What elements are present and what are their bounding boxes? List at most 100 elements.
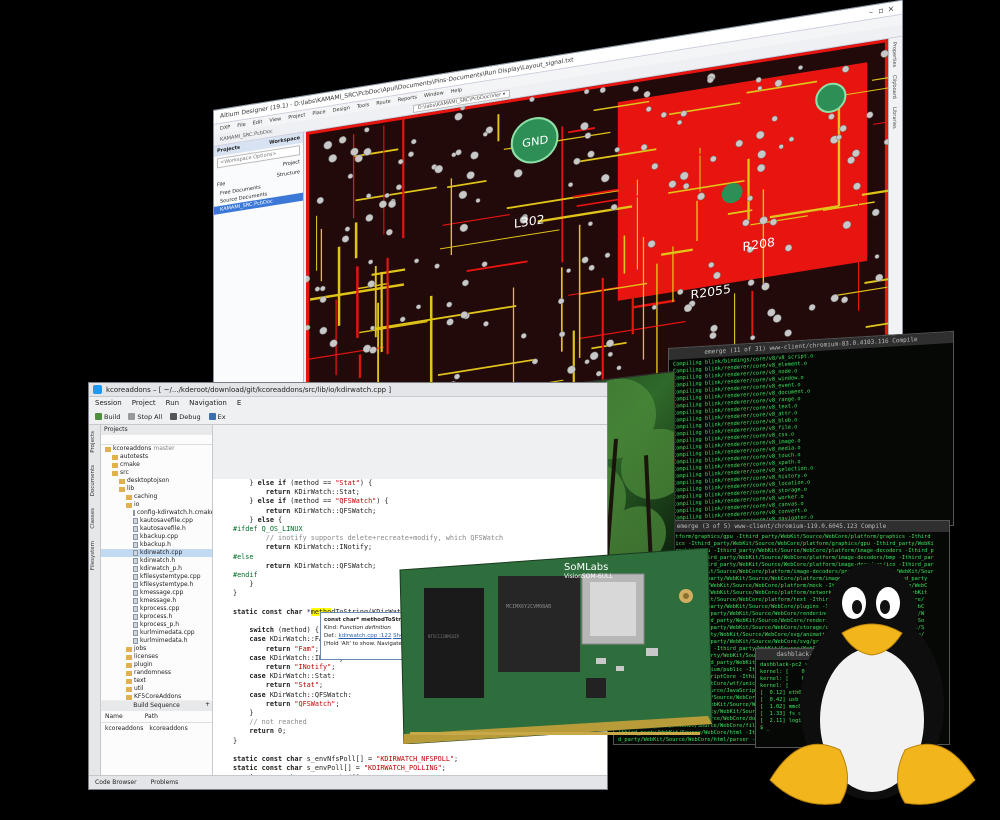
side-tab-documents[interactable]: Documents (89, 459, 97, 502)
folder-icon (126, 502, 132, 508)
add-build-button[interactable]: + (205, 701, 210, 708)
pcb-menu-item[interactable]: Edit (253, 119, 263, 127)
tree-item-label: kprocess_p.h (140, 621, 180, 628)
tooltip-def-link[interactable]: kdirwatch.cpp :122 (339, 633, 392, 639)
tree-folder[interactable]: util (101, 685, 212, 693)
ide-menu-item[interactable]: Project (132, 399, 156, 407)
side-tab-filesystem[interactable]: Filesystem (89, 535, 97, 576)
tree-file[interactable]: kdirwatch.h (101, 557, 212, 565)
tree-item-label: kautosavefile.h (140, 525, 186, 532)
pcb-menu-item[interactable]: Place (312, 109, 325, 117)
project-file-tree: kcoreaddons master autotests cmake src deskto… (101, 445, 212, 700)
tree-item-label: text (134, 677, 146, 684)
tree-item-label: plugin (134, 661, 153, 668)
tree-file[interactable]: kautosavefile.cpp (101, 517, 212, 525)
ide-menu-item[interactable]: E (237, 399, 241, 407)
pcb-menu-item[interactable]: Help (451, 87, 462, 95)
tree-folder[interactable]: io (101, 501, 212, 509)
side-tab-classes[interactable]: Classes (89, 502, 97, 535)
tree-file[interactable]: kprocess.cpp (101, 605, 212, 613)
folder-icon (105, 446, 111, 452)
pcb-menu-item[interactable]: DXP (220, 124, 230, 132)
tree-item-label: kdirwatch.cpp (140, 549, 183, 556)
tree-item-label: kautosavefile.cpp (140, 517, 193, 524)
file-icon (133, 550, 138, 556)
tree-file[interactable]: kdirwatch_p.h (101, 565, 212, 573)
folder-icon (126, 678, 132, 684)
pcb-menu-item[interactable]: Tools (357, 102, 369, 110)
ide-window-title: kcoreaddons – [ ~/.../kderoot/download/g… (106, 385, 392, 394)
debug-icon (170, 413, 178, 420)
tree-folder[interactable]: randomness (101, 669, 212, 677)
tree-folder[interactable]: kcoreaddons master (101, 445, 212, 453)
tree-item-label: kmessage.cpp (140, 589, 184, 596)
tree-folder[interactable]: src (101, 469, 212, 477)
file-icon (133, 566, 138, 572)
tree-file[interactable]: kautosavefile.h (101, 525, 212, 533)
ide-menu-item[interactable]: Run (166, 399, 179, 407)
file-icon (133, 598, 138, 604)
file-icon (133, 614, 138, 620)
tree-file[interactable]: kurlmimedata.cpp (101, 629, 212, 637)
tree-item-label: kdirwatch_p.h (140, 565, 182, 572)
ide-menu-item[interactable]: Session (95, 399, 122, 407)
side-tab-properties[interactable]: Properties (889, 37, 899, 72)
tree-item-label: util (134, 685, 144, 692)
tux-image (769, 563, 976, 805)
ide-menu-item[interactable]: Navigation (189, 399, 227, 407)
tree-item-label: licenses (134, 653, 159, 660)
tree-folder[interactable]: lib (101, 485, 212, 493)
tree-item-label: jobs (134, 645, 147, 652)
tree-folder[interactable]: jobs (101, 645, 212, 653)
tree-file[interactable]: kbackup.h (101, 541, 212, 549)
tree-folder[interactable]: plugin (101, 661, 212, 669)
ide-menubar: Session Project Run Navigation E (89, 397, 607, 409)
pcb-menu-item[interactable]: View (269, 116, 281, 124)
tree-file[interactable]: kdirwatch.cpp (101, 549, 212, 557)
build-row[interactable]: kcoreaddons kcoreaddons (101, 723, 212, 734)
view-file-radio[interactable]: File (217, 181, 225, 188)
code-browser-tab[interactable]: Code Browser (95, 779, 137, 786)
file-icon (133, 542, 138, 548)
side-tab-libraries[interactable]: Libraries (889, 102, 899, 133)
maximize-button[interactable]: ▫ (876, 5, 886, 16)
stop-all-button[interactable]: Stop All (128, 413, 162, 421)
tree-folder[interactable]: cmake (101, 461, 212, 469)
tree-file[interactable]: kfilesystemtype.cpp (101, 573, 212, 581)
folder-icon (126, 686, 132, 692)
tree-folder[interactable]: desktoptojson (101, 477, 212, 485)
col-path: Path (144, 713, 158, 720)
tree-folder[interactable]: caching (101, 493, 212, 501)
tree-folder[interactable]: KF5CoreAddons (101, 693, 212, 700)
minimize-button[interactable]: – (866, 7, 876, 18)
som-board-photo: MCIMX6Y2CVM08AB NT5CC128M16IP SoMLabs Vi… (396, 547, 716, 745)
file-icon (133, 582, 138, 588)
build-button[interactable]: Build (95, 413, 120, 421)
tree-file[interactable]: config-kdirwatch.h.cmake (101, 509, 212, 517)
terminal-1-output: Compiling blink/bindings/core/v8/v8_scri… (673, 353, 820, 535)
workspace-button[interactable]: Workspace (269, 135, 300, 146)
pcb-menu-item[interactable]: File (237, 122, 245, 129)
tree-file[interactable]: kprocess_p.h (101, 621, 212, 629)
tree-file[interactable]: kmessage.h (101, 597, 212, 605)
tree-file[interactable]: kfilesystemtype.h (101, 581, 212, 589)
tree-file[interactable]: kurlmimedata.h (101, 637, 212, 645)
tree-folder[interactable]: licenses (101, 653, 212, 661)
debug-button[interactable]: Debug (170, 413, 201, 421)
file-icon (133, 630, 138, 636)
tree-folder[interactable]: autotests (101, 453, 212, 461)
problems-tab[interactable]: Problems (151, 779, 179, 786)
side-tab-clipboard[interactable]: Clipboard (889, 71, 899, 104)
tree-file[interactable]: kprocess.h (101, 613, 212, 621)
tree-file[interactable]: kbackup.cpp (101, 533, 212, 541)
close-button[interactable]: × (886, 4, 896, 15)
tree-file[interactable]: kmessage.cpp (101, 589, 212, 597)
execute-button[interactable]: Ex (208, 413, 226, 421)
tree-item-label: kurlmimedata.h (140, 637, 188, 644)
side-tab-projects[interactable]: Projects (89, 425, 97, 459)
tree-folder[interactable]: text (101, 677, 212, 685)
folder-icon (112, 462, 118, 468)
pcb-menu-item[interactable]: Route (376, 99, 391, 107)
folder-icon (112, 454, 118, 460)
ide-titlebar: kcoreaddons – [ ~/.../kderoot/download/g… (89, 383, 607, 397)
